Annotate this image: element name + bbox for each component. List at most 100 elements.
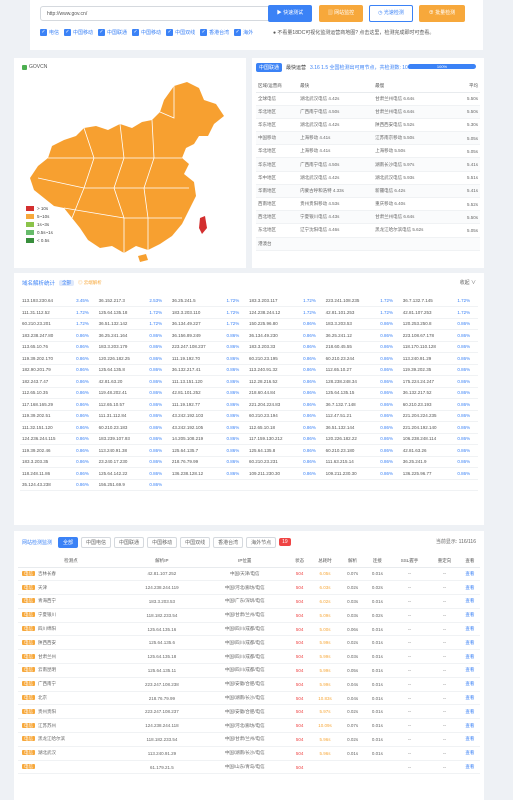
ip-address[interactable]: 120.253.250.8 <box>400 318 456 330</box>
ip-address[interactable]: 218.76.79.99 <box>169 456 225 468</box>
isp-tag[interactable]: 中国联通 <box>256 62 283 72</box>
ip-address[interactable]: 125.64.135.7 <box>169 444 225 457</box>
ip-address[interactable]: 109.211.230.30 <box>247 467 302 480</box>
table-row[interactable]: 电信 青海西宁 183.3.203.53 中国/广东/深圳/电信 504 6.02s 0.0… <box>18 594 480 609</box>
ip-address[interactable]: 60.210.23.195 <box>247 352 302 365</box>
ip-address[interactable]: 113.240.91.32 <box>247 364 302 376</box>
collapse-link[interactable]: 收起 ∨ <box>460 279 476 286</box>
ip-address[interactable]: 36.25.241.12 <box>323 329 379 342</box>
ip-address[interactable]: 36.156.89.249 <box>169 329 225 342</box>
tab-5[interactable]: 香港台湾 <box>213 536 244 548</box>
ip-address[interactable]: 36.25.241.9 <box>400 456 456 468</box>
ip-address[interactable]: 183.3.203.33 <box>247 341 302 353</box>
ip-address[interactable]: 124.238.244.12 <box>247 306 302 319</box>
ip-address[interactable]: 111.31.112.52 <box>20 306 75 319</box>
isp-checkbox[interactable]: ✓ 中国联通 <box>98 29 127 36</box>
table-row[interactable]: 电信 云南昆明 125.64.135.11 中国/四川/成都/电信 504 5.99s 0.… <box>18 663 480 678</box>
isp-row[interactable]: 华东地区 广西南宁电信 4.50s 湖南长沙电信 5.97s 5.41s <box>256 157 480 172</box>
isp-row[interactable]: 中国移动 上海移动 4.41s 江苏南京移动 5.50s 5.05s <box>256 131 480 146</box>
isp-checkbox[interactable]: ✓ 电信 <box>40 29 59 36</box>
ip-address[interactable]: 111.63.215.14 <box>323 456 379 468</box>
ip-address[interactable]: 111.32.151.120 <box>20 421 75 434</box>
isp-row[interactable]: 西南地区 贵州贵阳移动 4.53s 重庆移动 6.40s 5.52s <box>256 197 480 212</box>
speed-detect-button[interactable]: ◷ 光速检测 <box>369 5 413 22</box>
ip-address[interactable]: 119.39.202.46 <box>20 444 75 457</box>
ip-address[interactable]: 125.64.135.8 <box>96 364 148 376</box>
ip-address[interactable]: 23.240.17.230 <box>96 456 148 468</box>
ip-address[interactable]: 112.65.10.27 <box>323 364 379 376</box>
table-row[interactable]: 电信 天津 124.238.244.119 中国/河北/廊坊/电信 504 6.03s 0.… <box>18 580 480 596</box>
ip-address[interactable]: 113.240.91.38 <box>96 444 148 457</box>
ip-address[interactable]: 118.248.11.86 <box>20 467 75 480</box>
ip-address[interactable]: 60.210.23.180 <box>323 444 379 457</box>
batch-detect-button[interactable]: ⊕ 批量检测 <box>419 5 465 22</box>
ip-address[interactable]: 36.25.241.5 <box>169 295 225 307</box>
ip-address[interactable]: 112.65.10.35 <box>20 387 75 399</box>
ip-address[interactable]: 60.210.23.193 <box>400 398 456 411</box>
isp-row[interactable]: 全球电信 湖北武汉电信 4.42s 甘肃兰州电信 6.64s 5.50s <box>256 92 480 106</box>
view-link[interactable]: 查看 <box>459 635 480 651</box>
ip-address[interactable]: 112.47.51.21 <box>323 410 379 422</box>
view-link[interactable]: 查看 <box>459 622 480 637</box>
table-row[interactable]: 电信 广西南宁 223.247.108.238 中国/安徽/合肥/电信 504 5.99s… <box>18 677 480 692</box>
ip-address[interactable]: 112.65.10.57 <box>96 398 148 411</box>
view-link[interactable]: 查看 <box>459 691 480 706</box>
ip-address[interactable]: 42.81.63.26 <box>400 444 456 457</box>
isp-checkbox[interactable]: ✓ 中国移动 <box>132 29 161 36</box>
ip-address[interactable]: 36.132.217.52 <box>400 387 456 399</box>
isp-row[interactable]: 华北地区 广西南宁电信 4.50s 甘肃兰州电信 6.64s 5.50s <box>256 105 480 119</box>
table-row[interactable]: 电信 甘肃兰州 125.64.135.18 中国/四川/成都/电信 504 5.99s 0.… <box>18 649 480 665</box>
ip-address[interactable]: 60.210.23.183 <box>96 421 148 434</box>
ip-address[interactable]: 183.3.203.179 <box>96 341 148 353</box>
ip-address[interactable]: 182.90.201.79 <box>20 364 75 376</box>
ip-address[interactable]: 60.210.23.231 <box>247 456 302 468</box>
ip-address[interactable]: 183.239.107.93 <box>96 433 148 445</box>
table-row[interactable]: 电信 贵州贵阳 223.247.108.237 中国/安徽/合肥/电信 504 5.97s… <box>18 704 480 720</box>
table-row[interactable]: 电信 61.179.21.5 中国/山东/青岛/电信 504 -- -- 查看 <box>18 760 480 775</box>
ip-stats-badge[interactable]: 全部 <box>59 280 75 286</box>
ip-address[interactable]: 111.31.112.84 <box>96 410 148 422</box>
ip-address[interactable]: 223.247.108.237 <box>169 341 225 353</box>
url-input[interactable]: http://www.gov.cn/ × <box>40 6 294 21</box>
ip-address[interactable]: 43.242.192.105 <box>169 421 225 434</box>
ip-address[interactable]: 183.3.203.35 <box>20 456 75 468</box>
view-link[interactable]: 查看 <box>459 760 480 775</box>
ip-address[interactable]: 60.210.23.194 <box>247 410 302 422</box>
table-row[interactable]: 电信 吉林长春 42.81.107.252 中国/天津/电信 504 6.05s 0.07s… <box>18 567 480 582</box>
cloud-resolve-link[interactable]: ◎ 云端解析 <box>78 280 102 286</box>
ip-address[interactable]: 119.39.202.51 <box>20 410 75 422</box>
isp-row[interactable]: 东北地区 辽宁沈阳电信 4.46s 黑龙江哈尔滨电信 5.62s 5.05s <box>256 223 480 238</box>
ip-address[interactable]: 218.60.45.55 <box>323 341 379 353</box>
isp-row[interactable]: 华北地区 上海移动 4.41s 上海移动 5.50s 5.05s <box>256 144 480 159</box>
view-link[interactable]: 查看 <box>459 608 480 623</box>
ip-address[interactable]: 36.7.132.7.148 <box>323 398 379 411</box>
site-monitor-button[interactable]: ▥ 网站监控 <box>319 5 363 22</box>
ip-address[interactable]: 128.238.248.34 <box>323 375 379 388</box>
ip-address[interactable]: 36.134.49.227 <box>169 318 225 330</box>
view-link[interactable]: 查看 <box>459 677 480 692</box>
tab-1[interactable]: 中国电信 <box>81 536 112 548</box>
ip-address[interactable]: 42.81.63.20 <box>96 375 148 388</box>
ip-address[interactable]: 36.51.132.144 <box>323 421 379 434</box>
table-row[interactable]: 电信 北京 218.76.79.99 中国/湖南/长沙/电信 504 10.83s 0.04… <box>18 691 480 706</box>
ip-address[interactable]: 117.159.130.212 <box>247 433 302 445</box>
ip-address[interactable]: 119.48.202.41 <box>96 387 148 399</box>
hainan-shape[interactable] <box>138 254 148 262</box>
ip-address[interactable]: 36.132.217.41 <box>169 364 225 376</box>
ip-address[interactable]: 42.81.107.253 <box>400 306 456 319</box>
ip-address[interactable]: 221.204.224.235 <box>400 410 456 422</box>
ip-address[interactable]: 150.225.96.80 <box>247 318 302 330</box>
ip-address[interactable]: 156.251.69.9 <box>96 479 148 491</box>
isp-row[interactable]: 华中地区 湖北武汉电信 4.42s 湖北武汉电信 5.93s 5.51s <box>256 171 480 185</box>
table-row[interactable]: 电信 陕西西安 125.64.135.6 中国/四川/成都/电信 504 5.99s 0.0… <box>18 635 480 651</box>
ip-address[interactable]: 43.242.192.103 <box>169 410 225 422</box>
view-link[interactable]: 查看 <box>459 663 480 678</box>
table-row[interactable]: 电信 江苏苏州 124.238.244.118 中国/河北/廊坊/电信 504 10.09… <box>18 718 480 734</box>
ip-address[interactable]: 36.152.217.3 <box>96 295 148 307</box>
ip-address[interactable]: 112.28.216.52 <box>247 375 302 388</box>
ip-address[interactable]: 136.225.96.77 <box>400 467 456 480</box>
ip-address[interactable]: 221.204.224.83 <box>247 398 302 411</box>
view-link[interactable]: 查看 <box>459 567 480 582</box>
ip-address[interactable]: 35.124.43.238 <box>20 479 75 491</box>
ip-address[interactable]: 223.108.67.178 <box>400 329 456 342</box>
